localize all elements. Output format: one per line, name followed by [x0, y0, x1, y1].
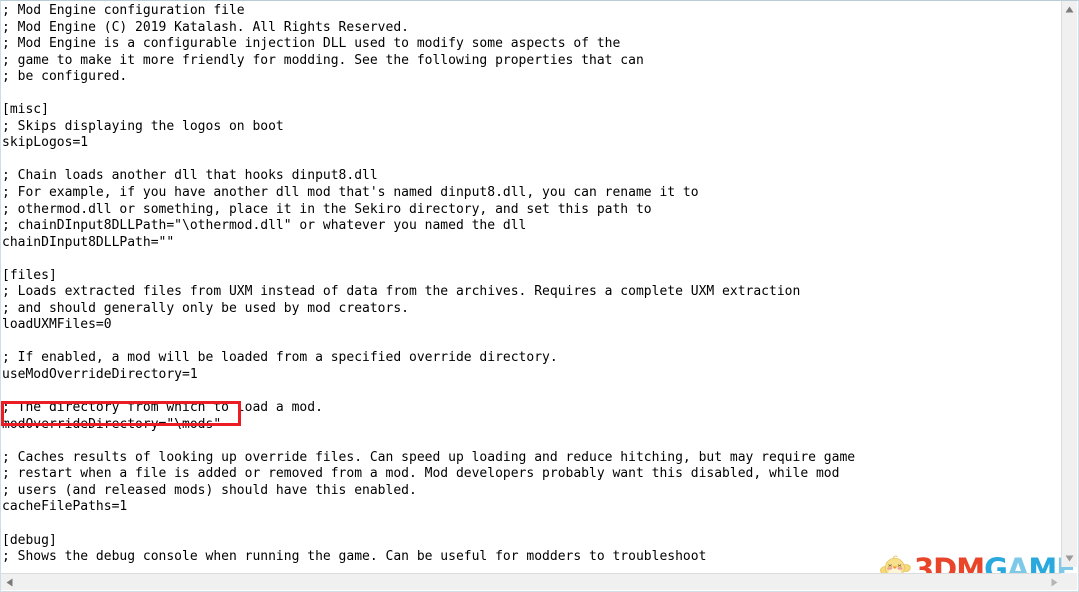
text-line: useModOverrideDirectory=1	[2, 367, 198, 383]
text-editor-window: ; Mod Engine configuration file; Mod Eng…	[0, 0, 1079, 592]
text-line: [debug]	[2, 532, 57, 548]
text-line	[2, 516, 855, 533]
text-line: ; Shows the debug console when running t…	[2, 549, 707, 565]
text-line	[2, 86, 855, 103]
text-line: chainDInput8DLLPath=""	[2, 234, 175, 250]
text-line: ; The directory from which to load a mod…	[2, 400, 323, 416]
text-line: ; restart when a file is added or remove…	[2, 466, 840, 482]
text-line	[2, 433, 855, 450]
text-content-area[interactable]: ; Mod Engine configuration file; Mod Eng…	[1, 1, 1063, 567]
text-line: ; If enabled, a mod will be loaded from …	[2, 350, 558, 366]
text-line: cacheFilePaths=1	[2, 499, 128, 515]
text-line: ; Mod Engine (C) 2019 Katalash. All Righ…	[2, 19, 409, 35]
config-file-text[interactable]: ; Mod Engine configuration file; Mod Eng…	[2, 3, 855, 567]
text-line: ; be configured.	[2, 69, 128, 85]
text-line	[2, 334, 855, 351]
text-line: ; Mod Engine is a configurable injection…	[2, 36, 621, 52]
text-line	[2, 251, 855, 268]
text-line	[2, 152, 855, 169]
scroll-left-arrow-icon[interactable]	[1, 574, 18, 590]
text-line: skipLogos=1	[2, 135, 89, 151]
text-line	[2, 384, 855, 401]
text-line: [files]	[2, 267, 57, 283]
text-line: modOverrideDirectory="\mods"	[2, 416, 222, 432]
scrollbar-corner	[1061, 573, 1077, 590]
text-line: ; Chain loads another dll that hooks din…	[2, 168, 378, 184]
text-line: ; and should generally only be used by m…	[2, 300, 409, 316]
text-line: ; Skips displaying the logos on boot	[2, 118, 284, 134]
text-line: ; game to make it more friendly for modd…	[2, 52, 644, 68]
text-line: [misc]	[2, 102, 49, 118]
text-line: showDebugLog=0	[2, 566, 855, 567]
text-line: loadUXMFiles=0	[2, 317, 112, 333]
text-line: ; Caches results of looking up override …	[2, 449, 856, 465]
vertical-scrollbar-thumb[interactable]	[1062, 18, 1077, 138]
text-line: ; Mod Engine configuration file	[2, 3, 245, 18]
text-line: ; users (and released mods) should have …	[2, 482, 417, 498]
horizontal-scrollbar[interactable]	[1, 573, 1063, 590]
text-line: ; chainDInput8DLLPath="\othermod.dll" or…	[2, 218, 527, 234]
scroll-up-arrow-icon[interactable]	[1062, 1, 1077, 18]
text-line: ; For example, if you have another dll m…	[2, 185, 699, 201]
horizontal-scrollbar-thumb[interactable]	[18, 574, 658, 590]
scroll-down-arrow-icon[interactable]	[1062, 550, 1077, 567]
text-line: ; othermod.dll or something, place it in…	[2, 201, 652, 217]
vertical-scrollbar[interactable]	[1061, 1, 1077, 567]
text-line: ; Loads extracted files from UXM instead…	[2, 284, 801, 300]
